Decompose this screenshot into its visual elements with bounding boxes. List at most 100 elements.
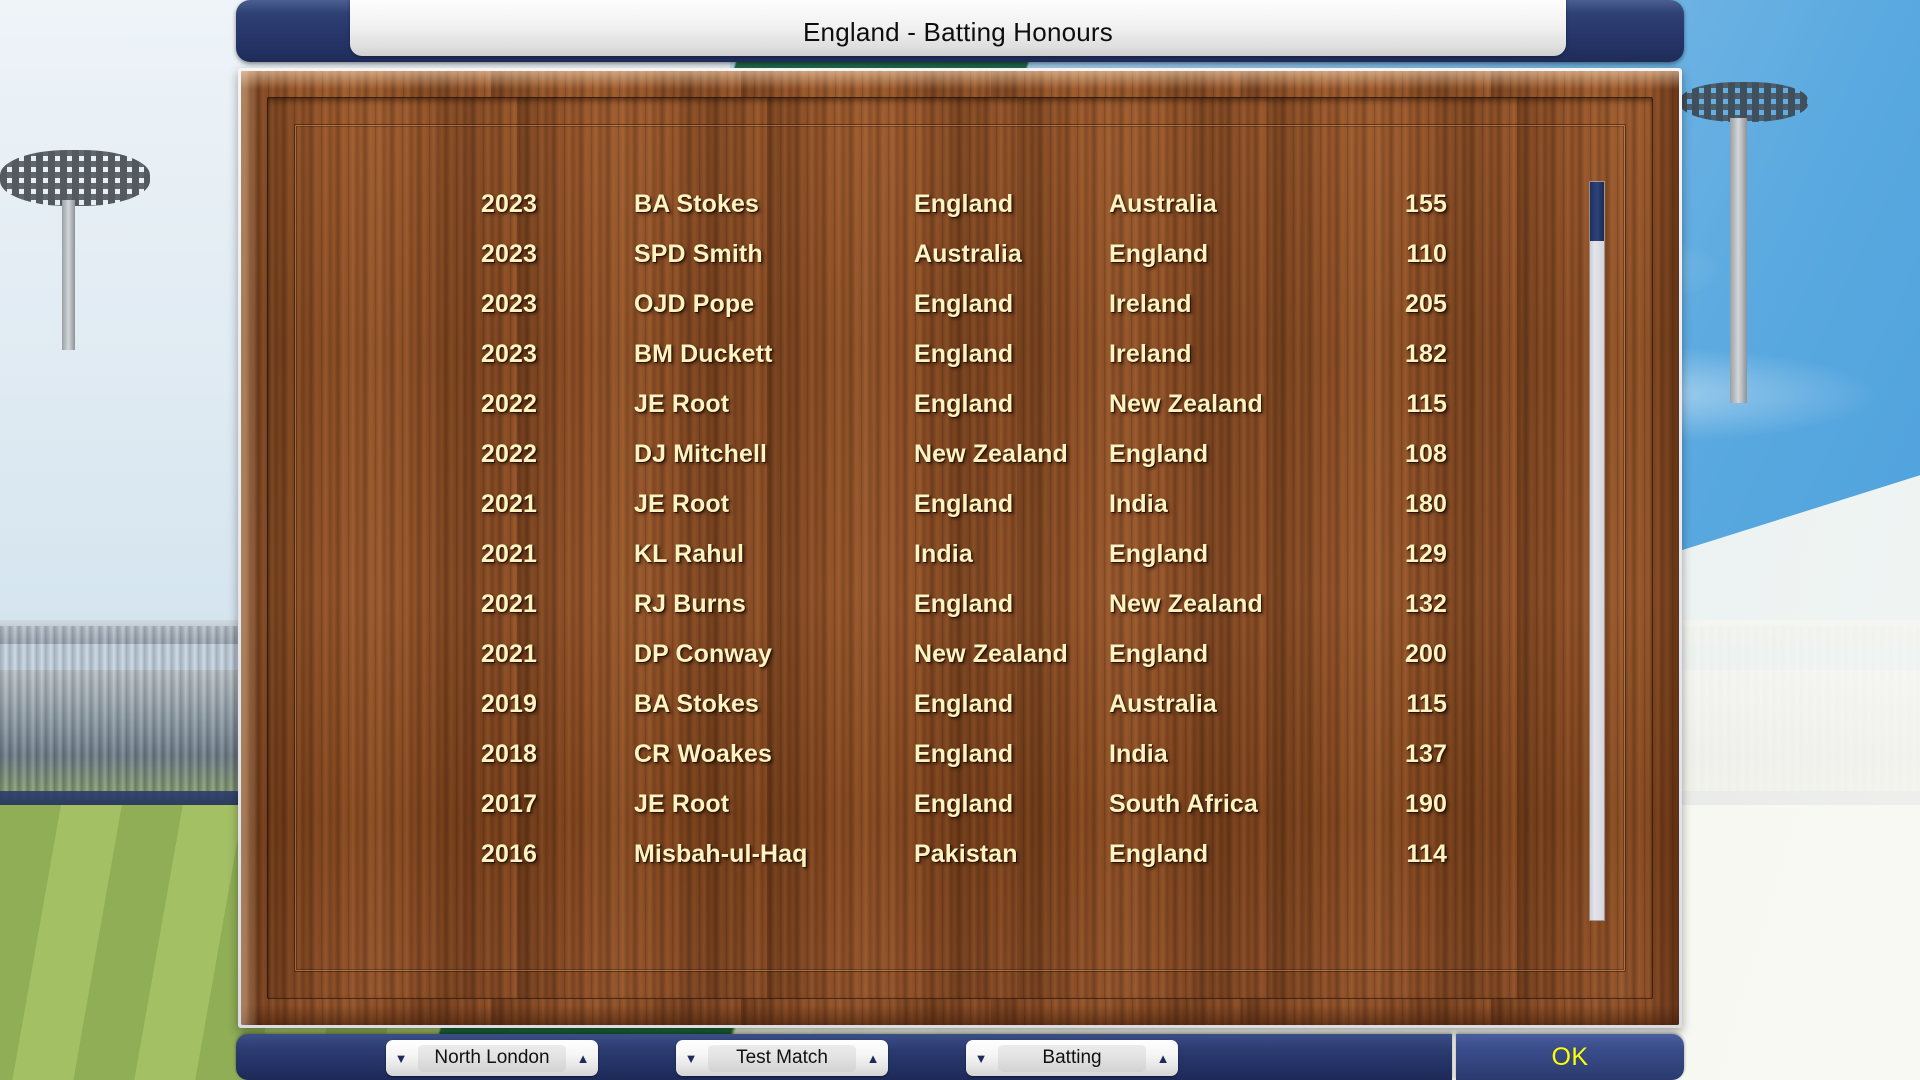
cell-for: England	[914, 739, 1014, 768]
table-row[interactable]: 2023 SPD Smith Australia England 110	[329, 229, 1619, 279]
discipline-selector[interactable]: ▼ Batting ▲	[966, 1040, 1178, 1076]
ground-selector[interactable]: ▼ North London ▲	[386, 1040, 598, 1076]
cell-year: 2019	[481, 689, 538, 718]
cell-score: 190	[1404, 789, 1447, 818]
cell-against: Australia	[1109, 189, 1217, 218]
cell-player: JE Root	[634, 389, 730, 418]
cell-player: SPD Smith	[634, 239, 763, 268]
triangle-down-icon[interactable]: ▼	[966, 1052, 996, 1065]
cell-against: England	[1109, 239, 1209, 268]
cell-against: New Zealand	[1109, 389, 1263, 418]
table-row[interactable]: 2022 DJ Mitchell New Zealand England 108	[329, 429, 1619, 479]
cell-score: 137	[1404, 739, 1447, 768]
honours-list[interactable]: 2023 BA Stokes England Australia 155 2023 SPD …	[329, 179, 1619, 919]
page-title: England - Batting Honours	[803, 17, 1113, 47]
cell-year: 2022	[481, 389, 538, 418]
cell-player: OJD Pope	[634, 289, 755, 318]
cell-for: England	[914, 789, 1014, 818]
cell-player: BA Stokes	[634, 689, 760, 718]
cell-player: CR Woakes	[634, 739, 772, 768]
cell-year: 2022	[481, 439, 538, 468]
table-row[interactable]: 2021 JE Root England India 180	[329, 479, 1619, 529]
cell-score: 108	[1404, 439, 1447, 468]
cell-score: 180	[1404, 489, 1447, 518]
cell-for: England	[914, 689, 1014, 718]
cell-against: Ireland	[1109, 289, 1192, 318]
vertical-scrollbar[interactable]	[1589, 181, 1605, 921]
table-row[interactable]: 2021 DP Conway New Zealand England 200	[329, 629, 1619, 679]
cell-against: New Zealand	[1109, 589, 1263, 618]
cell-against: Ireland	[1109, 339, 1192, 368]
cell-year: 2021	[481, 489, 538, 518]
cell-year: 2016	[481, 839, 538, 868]
table-row[interactable]: 2016 Misbah-ul-Haq Pakistan England 114	[329, 829, 1619, 879]
triangle-down-icon[interactable]: ▼	[386, 1052, 416, 1065]
match-format-selector[interactable]: ▼ Test Match ▲	[676, 1040, 888, 1076]
cell-for: New Zealand	[914, 639, 1068, 668]
triangle-up-icon[interactable]: ▲	[858, 1052, 888, 1065]
ground-selector-face[interactable]: North London	[418, 1044, 566, 1072]
cell-player: BA Stokes	[634, 189, 760, 218]
cell-for: England	[914, 589, 1014, 618]
cell-year: 2021	[481, 589, 538, 618]
triangle-up-icon[interactable]: ▲	[1148, 1052, 1178, 1065]
cell-score: 115	[1406, 689, 1447, 718]
cell-player: Misbah-ul-Haq	[634, 839, 808, 868]
cell-against: Australia	[1109, 689, 1217, 718]
table-row[interactable]: 2019 BA Stokes England Australia 115	[329, 679, 1619, 729]
bottom-toolbar: ▼ North London ▲ ▼ Test Match ▲ ▼ Battin…	[236, 1034, 1684, 1080]
cell-against: England	[1109, 839, 1209, 868]
cell-against: India	[1109, 739, 1168, 768]
cell-against: England	[1109, 539, 1209, 568]
honours-dialog: England - Batting Honours 2023 BA Stokes E…	[236, 0, 1684, 1080]
cell-for: Pakistan	[914, 839, 1018, 868]
ground-selector-value: North London	[434, 1047, 550, 1068]
cell-player: RJ Burns	[634, 589, 746, 618]
cell-score: 114	[1406, 839, 1447, 868]
cell-year: 2021	[481, 639, 538, 668]
table-row[interactable]: 2022 JE Root England New Zealand 115	[329, 379, 1619, 429]
dialog-title-pill: England - Batting Honours	[350, 0, 1566, 56]
cell-score: 132	[1404, 589, 1447, 618]
ok-button-label: OK	[1551, 1042, 1589, 1071]
cell-for: England	[914, 389, 1014, 418]
cell-year: 2023	[481, 339, 538, 368]
wooden-frame-bevel: 2023 BA Stokes England Australia 155 2023 SPD …	[241, 71, 1679, 1025]
table-row[interactable]: 2021 KL Rahul India England 129	[329, 529, 1619, 579]
cell-for: England	[914, 289, 1014, 318]
cell-for: England	[914, 489, 1014, 518]
cell-against: England	[1109, 639, 1209, 668]
table-row[interactable]: 2017 JE Root England South Africa 190	[329, 779, 1619, 829]
table-row[interactable]: 2023 BM Duckett England Ireland 182	[329, 329, 1619, 379]
triangle-up-icon[interactable]: ▲	[568, 1052, 598, 1065]
discipline-selector-face[interactable]: Batting	[998, 1044, 1146, 1072]
match-format-selector-face[interactable]: Test Match	[708, 1044, 856, 1072]
discipline-selector-value: Batting	[1042, 1047, 1102, 1068]
cell-score: 115	[1406, 389, 1447, 418]
cell-player: JE Root	[634, 789, 730, 818]
cell-for: Australia	[914, 239, 1022, 268]
triangle-down-icon[interactable]: ▼	[676, 1052, 706, 1065]
cell-for: England	[914, 339, 1014, 368]
cell-against: England	[1109, 439, 1209, 468]
table-row[interactable]: 2018 CR Woakes England India 137	[329, 729, 1619, 779]
cell-score: 205	[1404, 289, 1447, 318]
cell-player: JE Root	[634, 489, 730, 518]
cell-player: BM Duckett	[634, 339, 773, 368]
cell-player: KL Rahul	[634, 539, 745, 568]
table-row[interactable]: 2023 BA Stokes England Australia 155	[329, 179, 1619, 229]
cell-for: New Zealand	[914, 439, 1068, 468]
table-row[interactable]: 2023 OJD Pope England Ireland 205	[329, 279, 1619, 329]
scrollbar-thumb[interactable]	[1590, 182, 1604, 242]
cell-score: 129	[1404, 539, 1447, 568]
match-format-selector-value: Test Match	[736, 1047, 828, 1068]
cell-year: 2023	[481, 289, 538, 318]
cell-player: DJ Mitchell	[634, 439, 768, 468]
cell-score: 200	[1404, 639, 1447, 668]
table-row[interactable]: 2021 RJ Burns England New Zealand 132	[329, 579, 1619, 629]
cell-against: South Africa	[1109, 789, 1258, 818]
cell-score: 155	[1404, 189, 1447, 218]
wooden-frame-outer: 2023 BA Stokes England Australia 155 2023 SPD …	[238, 68, 1682, 1028]
cell-score: 110	[1406, 239, 1447, 268]
ok-button[interactable]: OK	[1456, 1034, 1684, 1080]
